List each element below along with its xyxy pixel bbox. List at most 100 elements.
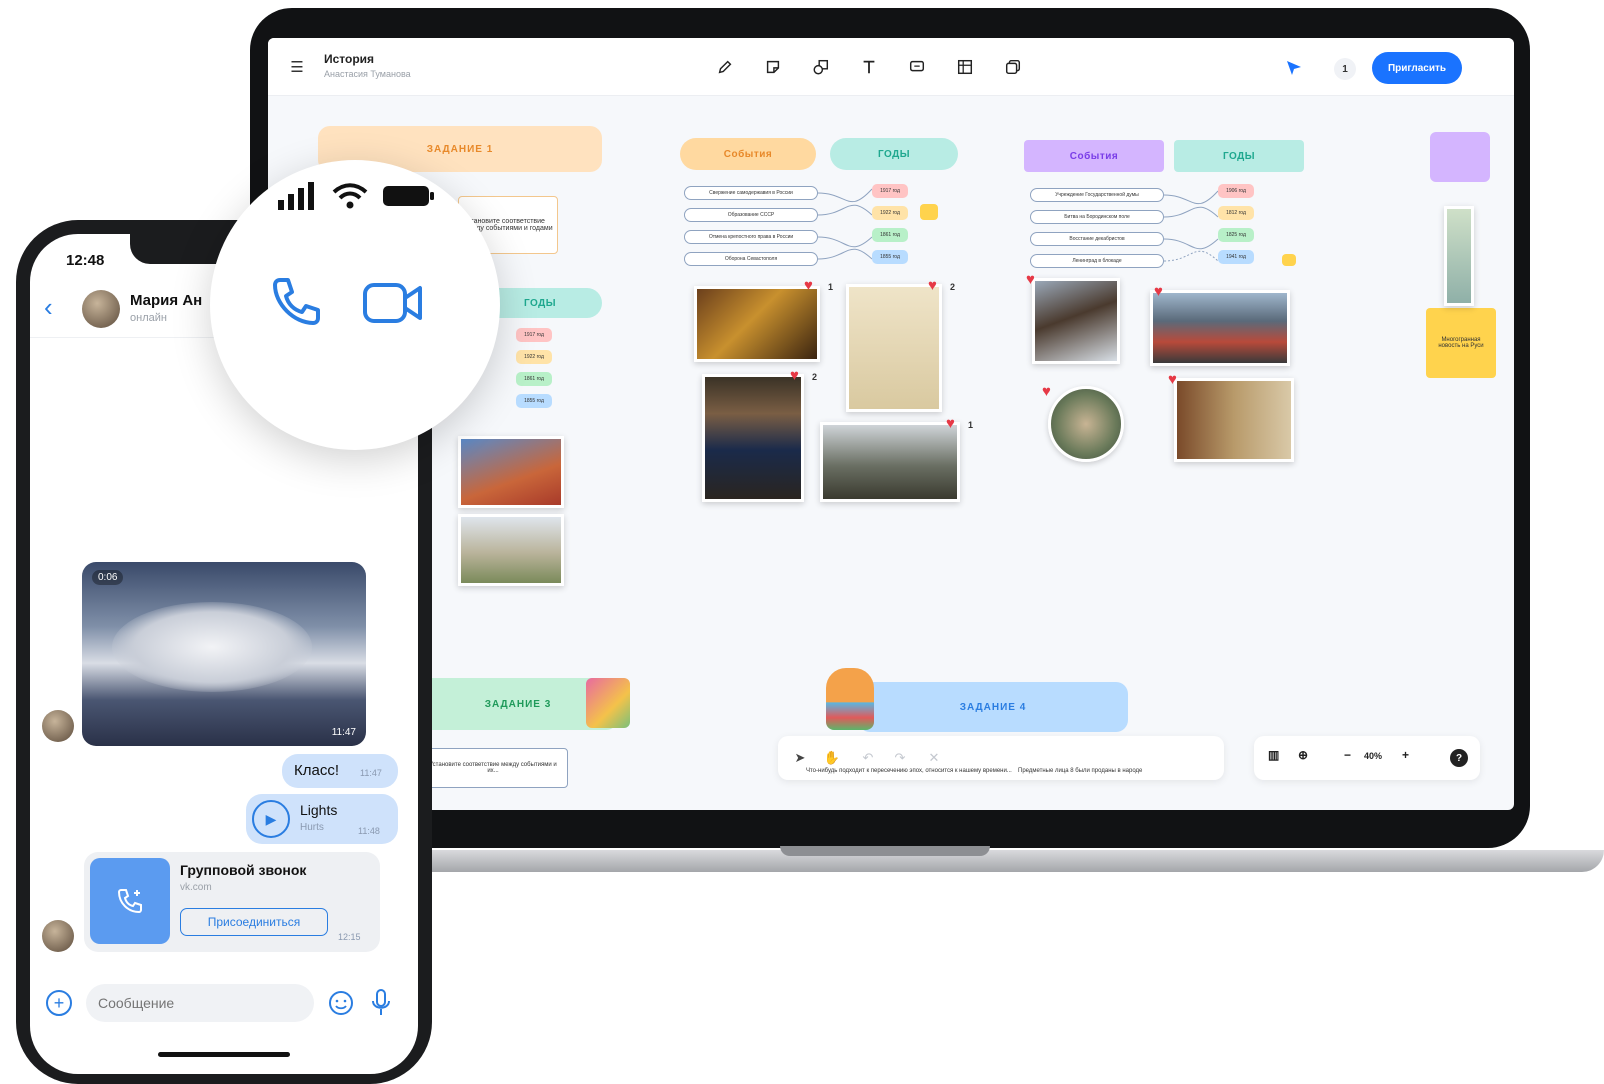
audio-message[interactable]: ▶ Lights Hurts 11:48 bbox=[246, 794, 398, 844]
invite-button[interactable]: Пригласить bbox=[1372, 52, 1462, 84]
event-item[interactable]: Отмена крепостного права в России bbox=[684, 230, 818, 244]
video-thumbnail bbox=[112, 602, 312, 692]
like-heart-icon[interactable]: ♥ bbox=[804, 278, 820, 294]
like-count: 2 bbox=[812, 372, 818, 382]
avatar[interactable] bbox=[82, 290, 120, 328]
like-heart-icon[interactable]: ♥ bbox=[1168, 372, 1184, 388]
year-chip[interactable]: 1917 год bbox=[872, 184, 908, 198]
zoom-level[interactable]: 40% bbox=[1364, 751, 1382, 761]
call-link[interactable]: vk.com bbox=[180, 882, 212, 893]
like-heart-icon[interactable]: ♥ bbox=[1042, 384, 1058, 400]
sticky-note[interactable] bbox=[1282, 254, 1296, 266]
year-chip[interactable]: 1922 год bbox=[516, 350, 552, 364]
menu-icon[interactable]: ☰ bbox=[284, 54, 310, 80]
events-pill-cutoff[interactable] bbox=[1430, 132, 1490, 182]
back-icon[interactable]: ‹ bbox=[44, 294, 53, 320]
avatar[interactable] bbox=[42, 920, 74, 952]
sticky-note-icon[interactable] bbox=[756, 50, 790, 84]
history-painting[interactable] bbox=[458, 436, 564, 508]
map-icon[interactable]: ▥ bbox=[1268, 748, 1279, 762]
event-item[interactable]: Свержение самодержавия в России bbox=[684, 186, 818, 200]
like-heart-icon[interactable]: ♥ bbox=[1026, 272, 1042, 288]
play-icon[interactable]: ▶ bbox=[252, 800, 290, 838]
year-chip[interactable]: 1941 год bbox=[1218, 250, 1254, 264]
events-pill[interactable]: События bbox=[680, 138, 816, 170]
help-icon[interactable]: ? bbox=[1450, 749, 1468, 767]
message-input[interactable] bbox=[86, 984, 314, 1022]
year-chip[interactable]: 1861 год bbox=[872, 228, 908, 242]
outgoing-message[interactable]: Класс! 11:47 bbox=[282, 754, 398, 788]
sticky-note[interactable]: Многогранная новость на Руси bbox=[1426, 308, 1496, 378]
year-chip[interactable]: 1855 год bbox=[516, 394, 552, 408]
microphone-icon[interactable] bbox=[370, 988, 392, 1018]
sticky-note[interactable] bbox=[920, 204, 938, 220]
board-author: Анастасия Туманова bbox=[324, 69, 411, 79]
caption-text: Предметные лица 8 были проданы в народе bbox=[1018, 768, 1143, 774]
year-chip[interactable]: 1812 год bbox=[1218, 206, 1254, 220]
battery-icon bbox=[383, 186, 434, 206]
year-chip[interactable]: 1906 год bbox=[1218, 184, 1254, 198]
event-item[interactable]: Ленинград в блокаде bbox=[1030, 254, 1164, 268]
toolbar bbox=[708, 50, 1030, 84]
like-heart-icon[interactable]: ♥ bbox=[928, 278, 944, 294]
year-chip[interactable]: 1917 год bbox=[516, 328, 552, 342]
history-painting[interactable] bbox=[458, 514, 564, 586]
redo-icon[interactable]: ↷ bbox=[890, 748, 910, 768]
target-icon[interactable]: ⊕ bbox=[1298, 748, 1308, 762]
emoji-icon[interactable] bbox=[328, 990, 354, 1016]
attach-plus-icon[interactable]: + bbox=[46, 990, 72, 1016]
history-photo-round[interactable] bbox=[1048, 386, 1124, 462]
text-icon[interactable] bbox=[852, 50, 886, 84]
books-sticker[interactable] bbox=[586, 678, 630, 728]
historic-document[interactable] bbox=[1174, 378, 1294, 462]
frames-icon[interactable] bbox=[996, 50, 1030, 84]
signal-icon bbox=[278, 182, 314, 210]
board-title[interactable]: История bbox=[324, 52, 374, 66]
year-chip[interactable]: 1825 год bbox=[1218, 228, 1254, 242]
like-count: 2 bbox=[950, 282, 956, 292]
message-composer: + bbox=[30, 974, 418, 1034]
history-painting[interactable] bbox=[694, 286, 820, 362]
like-heart-icon[interactable]: ♥ bbox=[1154, 284, 1170, 300]
delete-icon[interactable]: ✕ bbox=[924, 748, 944, 768]
zoom-out-icon[interactable]: − bbox=[1344, 748, 1351, 762]
year-chip[interactable]: 1861 год bbox=[516, 372, 552, 386]
old-map[interactable] bbox=[846, 284, 942, 412]
zoom-in-icon[interactable]: + bbox=[1402, 748, 1409, 762]
undo-icon[interactable]: ↶ bbox=[858, 748, 878, 768]
comment-icon[interactable] bbox=[900, 50, 934, 84]
event-item[interactable]: Оборона Севастополя bbox=[684, 252, 818, 266]
event-item[interactable]: Учреждение Государственной думы bbox=[1030, 188, 1164, 202]
avatar[interactable] bbox=[42, 710, 74, 742]
pencil-icon[interactable] bbox=[708, 50, 742, 84]
task-3-instruction[interactable]: Установите соответствие между событиями … bbox=[418, 748, 568, 788]
history-painting[interactable] bbox=[1150, 290, 1290, 366]
events-pill[interactable]: События bbox=[1024, 140, 1164, 172]
online-count[interactable]: 1 bbox=[1334, 58, 1356, 80]
years-pill[interactable]: ГОДЫ bbox=[830, 138, 958, 170]
select-cursor-icon[interactable]: ➤ bbox=[790, 748, 810, 768]
contact-name[interactable]: Мария Ан bbox=[130, 292, 202, 309]
history-painting[interactable] bbox=[1444, 206, 1474, 306]
hand-icon[interactable]: ✋ bbox=[822, 748, 842, 768]
join-call-button[interactable]: Присоединиться bbox=[180, 908, 328, 936]
event-item[interactable]: Восстание декабристов bbox=[1030, 232, 1164, 246]
video-call-icon[interactable] bbox=[362, 280, 424, 326]
cat-sticker[interactable] bbox=[826, 668, 874, 730]
like-heart-icon[interactable]: ♥ bbox=[946, 416, 962, 432]
table-icon[interactable] bbox=[948, 50, 982, 84]
shapes-icon[interactable] bbox=[804, 50, 838, 84]
year-chip[interactable]: 1922 год bbox=[872, 206, 908, 220]
history-painting[interactable] bbox=[1032, 278, 1120, 364]
event-item[interactable]: Битва на Бородинском поле bbox=[1030, 210, 1164, 224]
task-4-banner[interactable]: ЗАДАНИЕ 4 bbox=[858, 682, 1128, 732]
year-chip[interactable]: 1855 год bbox=[872, 250, 908, 264]
phone-call-icon[interactable] bbox=[266, 272, 326, 332]
years-pill[interactable]: ГОДЫ bbox=[1174, 140, 1304, 172]
like-heart-icon[interactable]: ♥ bbox=[790, 368, 806, 384]
video-message[interactable]: 0:06 11:47 bbox=[82, 562, 366, 746]
portrait-photo[interactable] bbox=[702, 374, 804, 502]
history-painting[interactable] bbox=[820, 422, 960, 502]
collaborator-cursor-icon bbox=[1287, 61, 1301, 75]
event-item[interactable]: Образование СССР bbox=[684, 208, 818, 222]
